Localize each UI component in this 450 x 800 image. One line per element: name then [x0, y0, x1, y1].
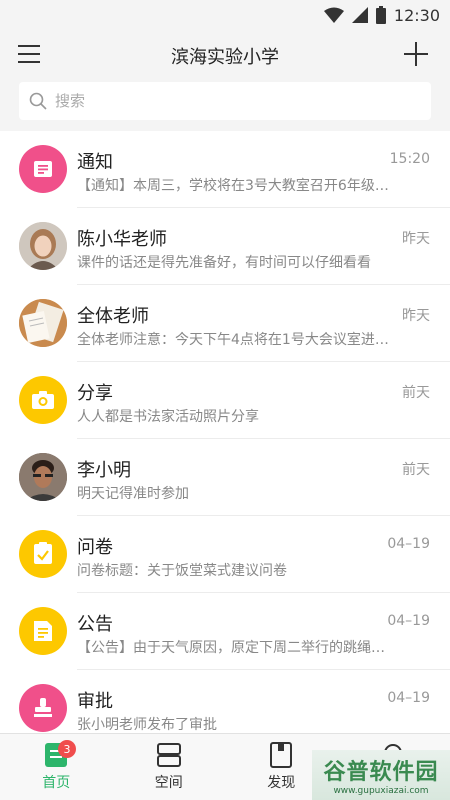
list-item[interactable]: 分享 前天 人人都是书法家活动照片分享 — [0, 362, 450, 439]
item-preview: 课件的话还是得先准备好，有时间可以仔细看看 — [77, 255, 371, 271]
tab-label: 发现 — [267, 775, 296, 791]
clock: 12:30 — [393, 5, 440, 25]
list-item[interactable]: 李小明 前天 明天记得准时参加 — [0, 439, 450, 516]
watermark-text: 谷普软件园 — [323, 760, 439, 785]
item-preview: 全体老师注意：今天下午4点将在1号大会议室进… — [77, 332, 389, 348]
approval-stamp-icon — [19, 684, 67, 732]
list-item[interactable]: 全体老师 昨天 全体老师注意：今天下午4点将在1号大会议室进… — [0, 285, 450, 362]
unread-badge: 3 — [58, 740, 76, 758]
avatar — [19, 222, 67, 270]
announcement-icon — [19, 607, 67, 655]
tab-space[interactable]: 空间 — [113, 734, 226, 800]
item-time: 昨天 — [402, 231, 430, 247]
item-time: 04–19 — [387, 536, 430, 552]
item-preview: 问卷标题：关于饭堂菜式建议问卷 — [77, 563, 287, 579]
signal-icon — [351, 7, 368, 23]
item-preview: 张小明老师发布了审批 — [77, 717, 217, 733]
conversation-list: 通知 15:20 【通知】本周三，学校将在3号大教室召开6年级… 陈小华老师 昨… — [0, 131, 450, 733]
list-item[interactable]: 公告 04–19 【公告】由于天气原因，原定下周二举行的跳绳… — [0, 593, 450, 670]
watermark: 谷普软件园 www.gupuxiazai.com — [312, 750, 450, 800]
search-icon — [29, 92, 47, 110]
search-input[interactable] — [55, 92, 405, 110]
watermark-url: www.gupuxiazai.com — [333, 786, 429, 796]
item-time: 04–19 — [387, 690, 430, 706]
list-item[interactable]: 通知 15:20 【通知】本周三，学校将在3号大教室召开6年级… — [0, 131, 450, 208]
wifi-icon — [323, 7, 344, 23]
item-time: 04–19 — [387, 613, 430, 629]
list-item[interactable]: 问卷 04–19 问卷标题：关于饭堂菜式建议问卷 — [0, 516, 450, 593]
notice-icon — [19, 145, 67, 193]
list-item[interactable]: 审批 04–19 张小明老师发布了审批 — [0, 670, 450, 733]
item-name: 分享 — [77, 383, 113, 404]
item-name: 全体老师 — [77, 306, 149, 327]
tab-label: 空间 — [154, 775, 183, 791]
item-name: 李小明 — [77, 460, 131, 481]
item-preview: 【通知】本周三，学校将在3号大教室召开6年级… — [77, 178, 389, 194]
page-title: 滨海实验小学 — [171, 47, 279, 68]
item-name: 陈小华老师 — [77, 229, 167, 250]
item-preview: 【公告】由于天气原因，原定下周二举行的跳绳… — [77, 640, 385, 656]
avatar — [19, 299, 67, 347]
battery-icon — [375, 6, 386, 24]
item-time: 前天 — [402, 462, 430, 478]
item-preview: 明天记得准时参加 — [77, 486, 189, 502]
list-item[interactable]: 陈小华老师 昨天 课件的话还是得先准备好，有时间可以仔细看看 — [0, 208, 450, 285]
item-name: 问卷 — [77, 537, 113, 558]
item-name: 通知 — [77, 152, 113, 173]
item-preview: 人人都是书法家活动照片分享 — [77, 409, 259, 425]
item-time: 前天 — [402, 385, 430, 401]
camera-icon — [19, 376, 67, 424]
discover-icon — [270, 742, 293, 768]
tab-home[interactable]: 3 首页 — [0, 734, 113, 800]
search-bar[interactable] — [19, 82, 431, 120]
status-bar: 12:30 — [0, 0, 450, 30]
item-name: 审批 — [77, 691, 113, 712]
survey-icon — [19, 530, 67, 578]
plus-icon[interactable] — [404, 42, 428, 66]
tab-label: 首页 — [42, 775, 71, 791]
app-header: 滨海实验小学 — [0, 30, 450, 80]
item-time: 15:20 — [389, 151, 430, 167]
item-name: 公告 — [77, 614, 113, 635]
space-icon — [156, 743, 181, 767]
item-time: 昨天 — [402, 308, 430, 324]
avatar — [19, 453, 67, 501]
